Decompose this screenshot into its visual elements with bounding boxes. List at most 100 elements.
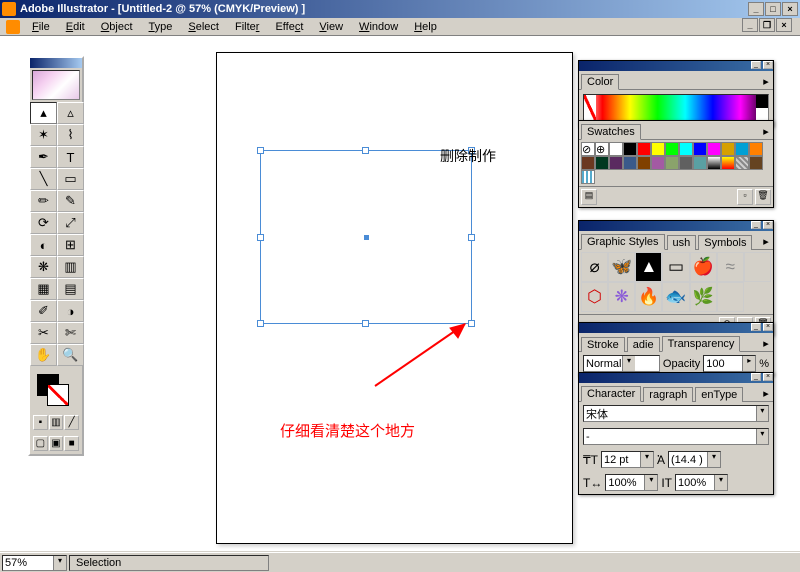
swatch[interactable] bbox=[651, 156, 665, 170]
magic-wand-tool[interactable]: ✶ bbox=[30, 124, 57, 146]
swatch[interactable] bbox=[693, 142, 707, 156]
menu-select[interactable]: Select bbox=[180, 20, 227, 34]
blend-mode-select[interactable]: ▾ bbox=[583, 355, 660, 372]
style-item[interactable]: 🔥 bbox=[635, 282, 662, 312]
panel-menu-icon[interactable]: ▸ bbox=[759, 235, 773, 248]
gradient-tab[interactable]: adie bbox=[627, 337, 660, 352]
swatches-tab[interactable]: Swatches bbox=[581, 124, 641, 140]
styles-tab[interactable]: Graphic Styles bbox=[581, 234, 665, 250]
selection-handle[interactable] bbox=[257, 320, 264, 327]
type-tool[interactable]: T bbox=[57, 146, 84, 168]
font-style-select[interactable]: ▾ bbox=[583, 428, 769, 445]
swatch[interactable] bbox=[581, 170, 595, 184]
mesh-tool[interactable]: ▦ bbox=[30, 278, 57, 300]
swatch[interactable] bbox=[749, 142, 763, 156]
style-item[interactable]: 🦋 bbox=[608, 252, 635, 282]
opacity-input[interactable]: ▸ bbox=[703, 355, 756, 372]
swatch[interactable] bbox=[637, 142, 651, 156]
gradient-tool[interactable]: ▤ bbox=[57, 278, 84, 300]
minimize-button[interactable]: _ bbox=[748, 2, 764, 16]
swatch[interactable] bbox=[707, 142, 721, 156]
zoom-select[interactable]: ▾ bbox=[2, 555, 67, 571]
free-transform-tool[interactable]: ⊞ bbox=[57, 234, 84, 256]
style-item[interactable]: 🌿 bbox=[690, 282, 717, 312]
swatch[interactable] bbox=[721, 142, 735, 156]
scissors-tool[interactable]: ✄ bbox=[57, 322, 84, 344]
swatch[interactable] bbox=[665, 142, 679, 156]
menu-filter[interactable]: Filter bbox=[227, 20, 267, 34]
panel-close-button[interactable]: × bbox=[763, 323, 773, 331]
lasso-tool[interactable]: ⌇ bbox=[57, 124, 84, 146]
pen-tool[interactable]: ✒ bbox=[30, 146, 57, 168]
rect-tool[interactable]: ▭ bbox=[57, 168, 84, 190]
panel-menu-icon[interactable]: ▸ bbox=[759, 125, 773, 138]
swatch[interactable] bbox=[679, 142, 693, 156]
style-item[interactable]: ▲ bbox=[635, 252, 662, 282]
panel-close-button[interactable]: × bbox=[763, 221, 773, 229]
selection-handle[interactable] bbox=[362, 320, 369, 327]
style-item[interactable] bbox=[717, 282, 744, 312]
selection-handle[interactable] bbox=[257, 147, 264, 154]
character-panel-header[interactable]: _ × bbox=[579, 373, 773, 383]
font-size-input[interactable]: ▾ bbox=[601, 451, 654, 468]
transparency-tab[interactable]: Transparency bbox=[662, 336, 741, 352]
swatch[interactable] bbox=[581, 156, 595, 170]
stroke-swatch[interactable] bbox=[47, 384, 69, 406]
swatch[interactable] bbox=[735, 142, 749, 156]
color-spectrum[interactable] bbox=[583, 94, 769, 122]
character-tab[interactable]: Character bbox=[581, 386, 641, 402]
menu-view[interactable]: View bbox=[311, 20, 351, 34]
style-item[interactable] bbox=[744, 252, 771, 282]
opentype-tab[interactable]: enType bbox=[695, 387, 743, 402]
none-mode-icon[interactable]: ╱ bbox=[64, 415, 79, 430]
swatch[interactable] bbox=[637, 156, 651, 170]
doc-minimize-button[interactable]: _ bbox=[742, 18, 758, 32]
bw-color-icon[interactable] bbox=[756, 95, 768, 121]
styles-panel-header[interactable]: _ × bbox=[579, 221, 773, 231]
panel-minimize-button[interactable]: _ bbox=[751, 221, 761, 229]
delete-swatch-icon[interactable]: 🗑 bbox=[755, 189, 771, 205]
symbols-tab[interactable]: Symbols bbox=[698, 235, 752, 250]
color-mode-icon[interactable]: ▪ bbox=[33, 415, 48, 430]
swatch[interactable]: ⊕ bbox=[595, 142, 609, 156]
swatch[interactable] bbox=[707, 156, 721, 170]
graph-tool[interactable]: ▥ bbox=[57, 256, 84, 278]
style-item[interactable]: 🐟 bbox=[662, 282, 689, 312]
screen-mode-2[interactable]: ▣ bbox=[49, 436, 64, 451]
zoom-tool[interactable]: 🔍 bbox=[57, 344, 84, 366]
scale-tool[interactable]: ⤢ bbox=[57, 212, 84, 234]
style-item[interactable]: ≈ bbox=[717, 252, 744, 282]
swatch[interactable] bbox=[595, 156, 609, 170]
panel-minimize-button[interactable]: _ bbox=[751, 61, 761, 69]
swatch[interactable] bbox=[693, 156, 707, 170]
menu-effect[interactable]: Effect bbox=[267, 20, 311, 34]
swatch[interactable] bbox=[609, 142, 623, 156]
swatch[interactable] bbox=[665, 156, 679, 170]
menu-object[interactable]: Object bbox=[93, 20, 141, 34]
direct-select-tool[interactable]: ▵ bbox=[57, 102, 84, 124]
eyedropper-tool[interactable]: ✐ bbox=[30, 300, 57, 322]
brushes-tab[interactable]: ush bbox=[667, 235, 697, 250]
new-swatch-icon[interactable]: ▫ bbox=[737, 189, 753, 205]
menu-edit[interactable]: Edit bbox=[58, 20, 93, 34]
style-item[interactable]: ⬡ bbox=[581, 282, 608, 312]
gradient-mode-icon[interactable]: ▥ bbox=[49, 415, 64, 430]
style-item[interactable]: ▭ bbox=[662, 252, 689, 282]
swatch[interactable] bbox=[721, 156, 735, 170]
transparency-panel-header[interactable]: _ × bbox=[579, 323, 773, 333]
swatch[interactable] bbox=[735, 156, 749, 170]
swatch[interactable]: ⊘ bbox=[581, 142, 595, 156]
style-item[interactable]: ⌀ bbox=[581, 252, 608, 282]
brush-tool[interactable]: ✏ bbox=[30, 190, 57, 212]
slice-tool[interactable]: ✂ bbox=[30, 322, 57, 344]
hscale-input[interactable]: ▾ bbox=[605, 474, 658, 491]
doc-close-button[interactable]: × bbox=[776, 18, 792, 32]
swatch[interactable] bbox=[609, 156, 623, 170]
font-family-select[interactable]: ▾ bbox=[583, 405, 769, 422]
swatch[interactable] bbox=[623, 142, 637, 156]
menu-help[interactable]: Help bbox=[406, 20, 445, 34]
panel-minimize-button[interactable]: _ bbox=[751, 373, 761, 381]
style-item[interactable]: 🍎 bbox=[690, 252, 717, 282]
panel-menu-icon[interactable]: ▸ bbox=[759, 75, 773, 88]
screen-mode-3[interactable]: ■ bbox=[64, 436, 79, 451]
